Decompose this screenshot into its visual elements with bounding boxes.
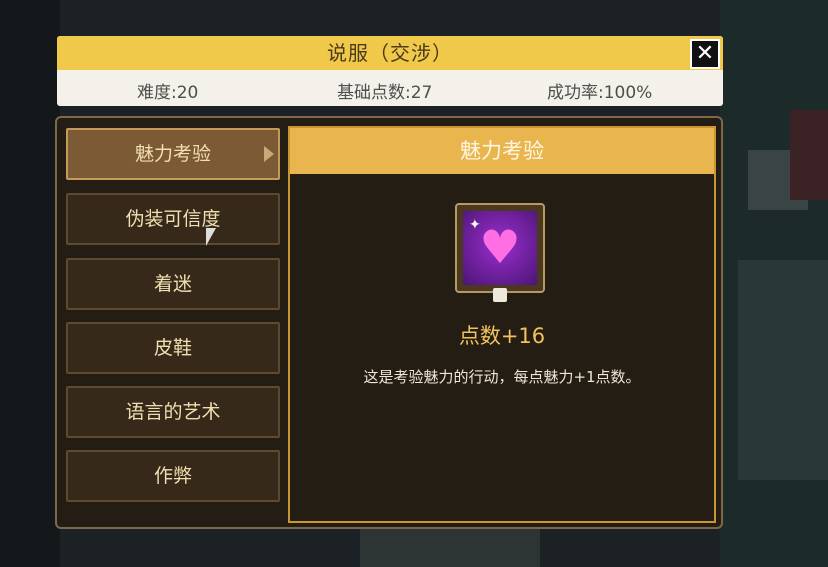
background-object <box>790 110 828 200</box>
tab-leather-shoes[interactable]: 皮鞋 <box>66 322 280 374</box>
tab-label: 着迷 <box>153 273 192 295</box>
mouse-cursor-icon <box>206 228 216 246</box>
difficulty-value: 难度:20 <box>137 83 199 103</box>
tab-fascinate[interactable]: 着迷 <box>66 258 280 310</box>
skill-description: 这是考验魅力的行动，每点魅力+1点数。 <box>363 368 641 386</box>
background-right <box>720 0 828 567</box>
skill-card-inner: ✦ ♥ <box>463 211 537 285</box>
tab-charm-test[interactable]: 魅力考验 <box>66 128 280 180</box>
skill-card: ✦ ♥ <box>455 203 545 302</box>
main-panel: 魅力考验 伪装可信度 着迷 皮鞋 语言的艺术 作弊 魅力考验 ✦ ♥ 点数+16… <box>55 116 723 529</box>
points-bonus: 点数+16 <box>458 324 546 348</box>
background-object <box>738 260 828 480</box>
background-bottom <box>360 528 540 567</box>
tab-label: 皮鞋 <box>153 337 192 359</box>
base-points-value: 基础点数:27 <box>337 83 433 103</box>
tab-label: 作弊 <box>153 465 192 487</box>
tab-art-of-language[interactable]: 语言的艺术 <box>66 386 280 438</box>
tab-label: 语言的艺术 <box>125 401 221 423</box>
heart-icon: ♥ <box>479 220 521 274</box>
detail-title: 魅力考验 <box>290 128 714 174</box>
success-rate-value: 成功率:100% <box>547 83 653 103</box>
tab-label: 魅力考验 <box>134 143 211 165</box>
tab-disguise-credibility[interactable]: 伪装可信度 <box>66 193 280 245</box>
background-left <box>0 0 60 567</box>
tab-cheat[interactable]: 作弊 <box>66 450 280 502</box>
close-icon: ✕ <box>695 41 715 66</box>
close-button[interactable]: ✕ <box>690 39 720 69</box>
persuasion-header: 说服（交涉） ✕ 难度:20 基础点数:27 成功率:100% <box>57 36 723 106</box>
tab-label: 伪装可信度 <box>125 208 221 230</box>
arrow-right-icon <box>264 146 274 162</box>
dice-icon <box>493 288 507 302</box>
detail-panel: 魅力考验 ✦ ♥ 点数+16 这是考验魅力的行动，每点魅力+1点数。 <box>288 126 716 523</box>
dialog-title: 说服（交涉） <box>57 36 723 70</box>
